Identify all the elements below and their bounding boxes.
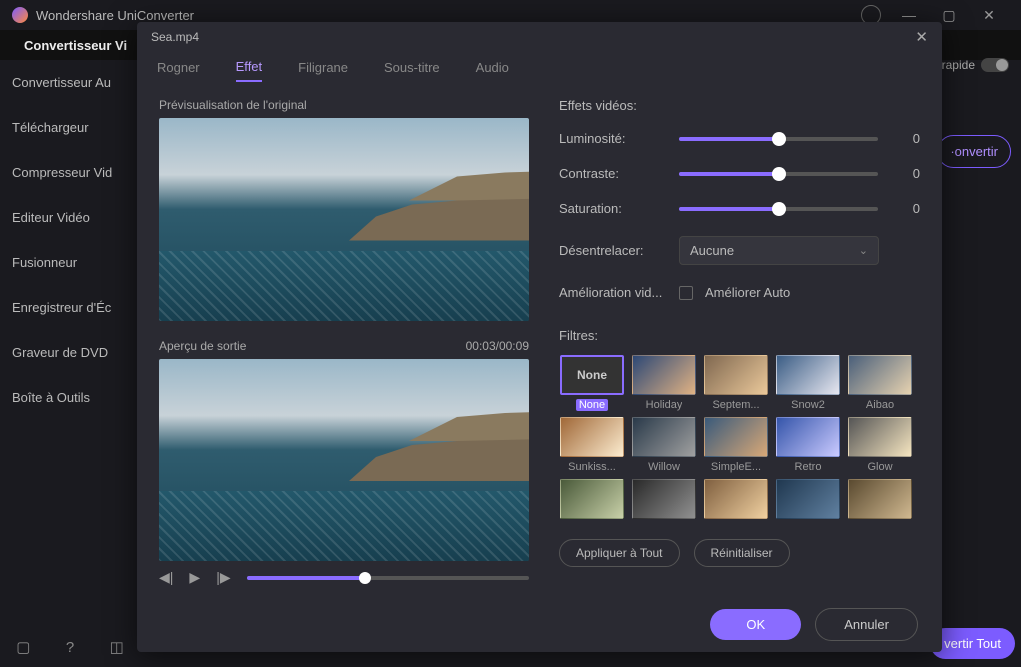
deinterlace-select[interactable]: Aucune ⌄: [679, 236, 879, 265]
filter-holiday-label: Holiday: [646, 399, 683, 411]
saturation-slider[interactable]: [679, 207, 878, 211]
app-title: Wondershare UniConverter: [36, 8, 194, 23]
next-frame-button[interactable]: |▶: [216, 569, 230, 586]
brightness-value: 0: [890, 131, 920, 146]
output-preview-label: Aperçu de sortie: [159, 339, 246, 353]
convert-all-button[interactable]: vertir Tout: [930, 628, 1015, 659]
original-preview-label: Prévisualisation de l'original: [159, 98, 529, 112]
sidebar-item-merger[interactable]: Fusionneur: [0, 240, 140, 285]
convert-button[interactable]: ·onvertir: [937, 135, 1011, 168]
tab-rogner[interactable]: Rogner: [157, 60, 200, 81]
original-preview: [159, 118, 529, 321]
filter-holiday[interactable]: [632, 355, 696, 395]
output-preview: [159, 359, 529, 562]
tab-soustitre[interactable]: Sous-titre: [384, 60, 440, 81]
rapid-toggle-row: rapide: [942, 58, 1009, 72]
brightness-label: Luminosité:: [559, 131, 667, 146]
enhance-label: Amélioration vid...: [559, 285, 667, 300]
sidebar: Convertisseur Au Téléchargeur Compresseu…: [0, 60, 140, 420]
filter-aibao-label: Aibao: [866, 399, 894, 411]
transport-controls: ◀| ▶ |▶: [159, 569, 529, 586]
deinterlace-value: Aucune: [690, 243, 734, 258]
filter-september[interactable]: [704, 355, 768, 395]
tab-effet[interactable]: Effet: [236, 59, 263, 82]
tab-audio[interactable]: Audio: [476, 60, 509, 81]
dialog-close-button[interactable]: ✕: [915, 28, 928, 46]
play-button[interactable]: ▶: [189, 569, 200, 586]
dialog-tabs: Rogner Effet Filigrane Sous-titre Audio: [137, 52, 942, 88]
filter-simplee-label: SimpleE...: [711, 461, 761, 473]
effect-dialog: Sea.mp4 ✕ Rogner Effet Filigrane Sous-ti…: [137, 22, 942, 652]
chevron-down-icon: ⌄: [859, 244, 868, 257]
filter-sunkiss[interactable]: [560, 417, 624, 457]
enhance-auto-checkbox[interactable]: [679, 286, 693, 300]
filters-grid: None None Holiday Septem... Snow2 Aibao S…: [559, 355, 920, 523]
filter-september-label: Septem...: [712, 399, 759, 411]
filter-extra-1[interactable]: [560, 479, 624, 519]
contrast-label: Contraste:: [559, 166, 667, 181]
preview-column: Prévisualisation de l'original Aperçu de…: [159, 98, 529, 586]
sidebar-item-audio-converter[interactable]: Convertisseur Au: [0, 60, 140, 105]
sidebar-item-screen-recorder[interactable]: Enregistreur d'Éc: [0, 285, 140, 330]
contrast-slider[interactable]: [679, 172, 878, 176]
prev-frame-button[interactable]: ◀|: [159, 569, 173, 586]
sidebar-item-dvd-burner[interactable]: Graveur de DVD: [0, 330, 140, 375]
ok-button[interactable]: OK: [710, 609, 801, 640]
app-logo-icon: [12, 7, 28, 23]
filter-snow2[interactable]: [776, 355, 840, 395]
saturation-label: Saturation:: [559, 201, 667, 216]
filter-aibao[interactable]: [848, 355, 912, 395]
saturation-value: 0: [890, 201, 920, 216]
filter-extra-3[interactable]: [704, 479, 768, 519]
filter-simplee[interactable]: [704, 417, 768, 457]
filter-willow[interactable]: [632, 417, 696, 457]
filter-glow-label: Glow: [867, 461, 892, 473]
deinterlace-label: Désentrelacer:: [559, 243, 667, 258]
cancel-button[interactable]: Annuler: [815, 608, 918, 641]
main-tab-converter[interactable]: Convertisseur Vi: [24, 38, 127, 53]
dialog-footer: OK Annuler: [137, 596, 942, 652]
filter-sunkiss-label: Sunkiss...: [568, 461, 616, 473]
filter-glow[interactable]: [848, 417, 912, 457]
filter-none[interactable]: None: [560, 355, 624, 395]
filter-none-label: None: [576, 399, 608, 411]
effects-column: Effets vidéos: Luminosité: 0 Contraste: …: [559, 98, 920, 586]
tab-filigrane[interactable]: Filigrane: [298, 60, 348, 81]
sidebar-item-toolbox[interactable]: Boîte à Outils: [0, 375, 140, 420]
enhance-auto-label: Améliorer Auto: [705, 285, 790, 300]
sidebar-item-downloader[interactable]: Téléchargeur: [0, 105, 140, 150]
effects-heading: Effets vidéos:: [559, 98, 920, 113]
filter-extra-4[interactable]: [776, 479, 840, 519]
timecode: 00:03/00:09: [466, 339, 529, 353]
apply-all-button[interactable]: Appliquer à Tout: [559, 539, 680, 567]
window-close-button[interactable]: ✕: [969, 7, 1009, 24]
bottom-icon-bar: ▢ ? ◫: [0, 627, 140, 667]
window-minimize-button[interactable]: —: [889, 7, 929, 23]
sidebar-item-video-editor[interactable]: Editeur Vidéo: [0, 195, 140, 240]
sidebar-item-compressor[interactable]: Compresseur Vid: [0, 150, 140, 195]
filter-willow-label: Willow: [648, 461, 680, 473]
account-icon[interactable]: ◫: [93, 638, 140, 656]
reset-button[interactable]: Réinitialiser: [694, 539, 790, 567]
filter-extra-5[interactable]: [848, 479, 912, 519]
book-icon[interactable]: ▢: [0, 638, 47, 656]
filters-heading: Filtres:: [559, 328, 920, 343]
help-icon[interactable]: ?: [47, 639, 94, 656]
rapid-label: rapide: [942, 58, 975, 72]
filter-snow2-label: Snow2: [791, 399, 825, 411]
rapid-toggle[interactable]: [981, 58, 1009, 72]
filter-extra-2[interactable]: [632, 479, 696, 519]
seek-slider[interactable]: [247, 576, 529, 580]
dialog-filename: Sea.mp4: [151, 30, 199, 44]
filter-retro[interactable]: [776, 417, 840, 457]
contrast-value: 0: [890, 166, 920, 181]
brightness-slider[interactable]: [679, 137, 878, 141]
window-maximize-button[interactable]: ▢: [929, 7, 969, 24]
dialog-header: Sea.mp4 ✕: [137, 22, 942, 52]
filter-retro-label: Retro: [795, 461, 822, 473]
